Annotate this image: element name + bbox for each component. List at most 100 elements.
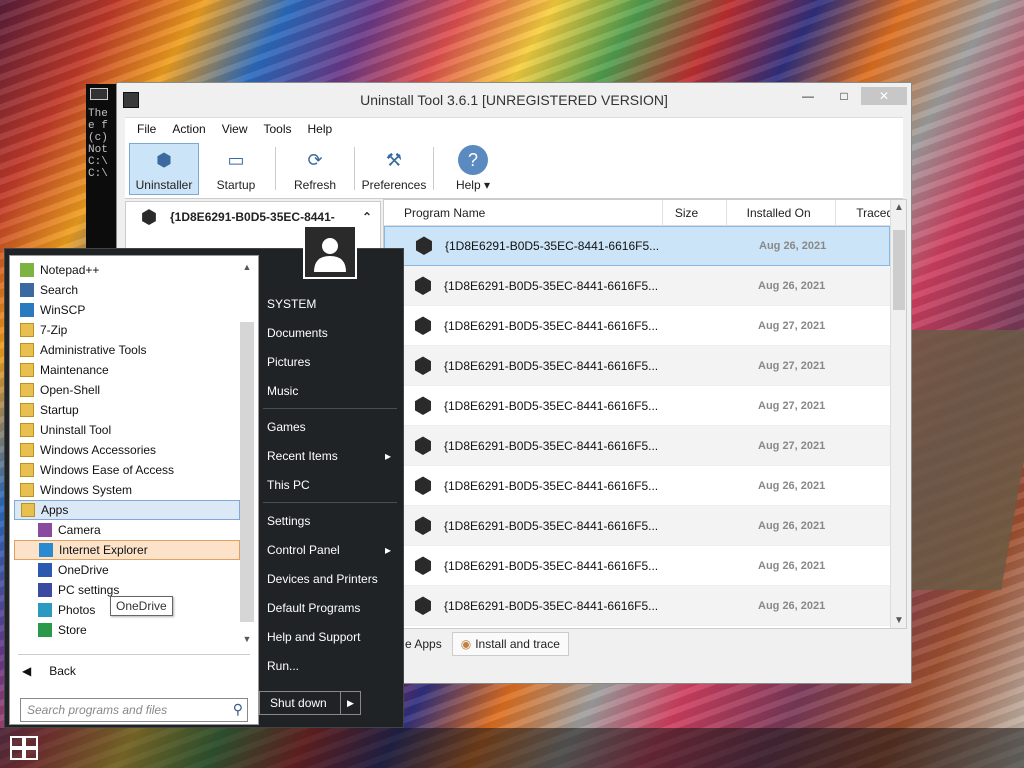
installed-date: Aug 26, 2021 [759, 240, 827, 252]
program-item[interactable]: WinSCP [14, 300, 240, 320]
place-control-panel[interactable]: Control Panel ▸ [259, 535, 401, 564]
console-icon [90, 88, 108, 100]
programs-scrollbar[interactable]: ▲ ▼ [240, 262, 254, 644]
place-label: Control Panel [267, 542, 340, 557]
table-row[interactable]: ⬢ {1D8E6291-B0D5-35EC-8441-6616F5... Aug 2… [384, 466, 890, 506]
program-item[interactable]: Camera [14, 520, 240, 540]
place-recent-items[interactable]: Recent Items ▸ [259, 441, 401, 470]
program-item[interactable]: Internet Explorer [14, 540, 240, 560]
place-label: SYSTEM [267, 296, 317, 311]
menu-item[interactable]: View [222, 122, 248, 136]
program-item[interactable]: Maintenance [14, 360, 240, 380]
table-row[interactable]: ⬢ {1D8E6291-B0D5-35EC-8441-6616F5... Aug 2… [384, 546, 890, 586]
title-bar[interactable]: Uninstall Tool 3.6.1 [UNREGISTERED VERSI… [117, 83, 911, 117]
place-label: Settings [267, 513, 311, 528]
program-item[interactable]: Notepad++ [14, 260, 240, 280]
list-scrollbar[interactable]: ▲ ▼ [890, 200, 906, 628]
place-devices-and-printers[interactable]: Devices and Printers [259, 564, 401, 593]
place-this-pc[interactable]: This PC [259, 470, 401, 499]
package-icon: ⬢ [413, 432, 433, 458]
table-row[interactable]: ⬢ {1D8E6291-B0D5-35EC-8441-6616F5... Aug 2… [384, 306, 890, 346]
toolbar-button-label: Refresh [293, 178, 337, 192]
column-size[interactable]: Size [663, 200, 727, 225]
console-line: (c) [88, 132, 108, 144]
scroll-up-icon[interactable]: ▲ [891, 202, 906, 213]
toolbar-button-preferences[interactable]: ⚒ Preferences [359, 143, 429, 195]
back-arrow-icon: ◀ [22, 664, 32, 678]
uninstaller-icon: ⬢ [156, 149, 172, 170]
scroll-down-icon[interactable]: ▼ [891, 615, 906, 626]
tab-apps[interactable]: e Apps [397, 633, 450, 655]
back-button[interactable]: ◀ Back [22, 664, 76, 678]
user-avatar[interactable] [303, 225, 357, 279]
program-item[interactable]: Startup [14, 400, 240, 420]
tab-install-and-trace[interactable]: ◉ Install and trace [451, 632, 569, 656]
table-row[interactable]: ⬢ {1D8E6291-B0D5-35EC-8441-6616F5... Aug 2… [384, 266, 890, 306]
search-box[interactable]: ⚲ [20, 698, 248, 722]
table-row[interactable]: ⬢ {1D8E6291-B0D5-35EC-8441-6616F5... Aug 2… [384, 386, 890, 426]
search-icon[interactable]: ⚲ [233, 701, 243, 718]
start-button-icon[interactable] [10, 736, 38, 760]
toolbar-button-uninstaller[interactable]: ⬢ Uninstaller [129, 143, 199, 195]
shutdown-options-icon[interactable]: ▶ [340, 692, 360, 714]
place-music[interactable]: Music [259, 376, 401, 405]
place-pictures[interactable]: Pictures [259, 347, 401, 376]
installed-date: Aug 27, 2021 [758, 359, 826, 372]
menu-item[interactable]: Help [308, 122, 333, 136]
place-default-programs[interactable]: Default Programs [259, 593, 401, 622]
toolbar-button-help[interactable]: ? Help ▾ [438, 143, 508, 195]
minimize-button[interactable]: — [793, 87, 823, 105]
table-row[interactable]: ⬢ {1D8E6291-B0D5-35EC-8441-6616F5... Aug 2… [384, 586, 890, 626]
program-item[interactable]: 7-Zip [14, 320, 240, 340]
ie-icon [39, 543, 53, 557]
user-icon [314, 238, 346, 272]
program-item[interactable]: Search [14, 280, 240, 300]
program-label: Maintenance [40, 363, 109, 377]
menu-item[interactable]: File [137, 122, 156, 136]
program-item[interactable]: Store [14, 620, 240, 640]
column-installed-on[interactable]: Installed On [727, 200, 837, 225]
program-label: OneDrive [58, 563, 109, 577]
column-program-name[interactable]: Program Name [384, 200, 663, 225]
toolbar-button-refresh[interactable]: ⟳ Refresh [280, 143, 350, 195]
menu-item[interactable]: Action [172, 122, 205, 136]
program-item[interactable]: OneDrive [14, 560, 240, 580]
program-item[interactable]: Windows System [14, 480, 240, 500]
place-games[interactable]: Games [259, 412, 401, 441]
program-item[interactable]: Windows Ease of Access [14, 460, 240, 480]
shutdown-button[interactable]: Shut down ▶ [259, 691, 361, 715]
place-settings[interactable]: Settings [259, 506, 401, 535]
table-row[interactable]: ⬢ {1D8E6291-B0D5-35EC-8441-6616F5... Aug 2… [384, 506, 890, 546]
place-system[interactable]: SYSTEM [259, 289, 401, 318]
table-row[interactable]: ⬢ {1D8E6291-B0D5-35EC-8441-6616F5... Aug 2… [384, 426, 890, 466]
program-item[interactable]: Windows Accessories [14, 440, 240, 460]
programs-scroll-thumb[interactable] [240, 322, 254, 622]
console-window[interactable]: The e f (c) Not C:\ C:\ [86, 84, 116, 254]
place-run---[interactable]: Run... [259, 651, 401, 680]
chevron-down-icon[interactable]: ▼ [240, 634, 254, 644]
program-item[interactable]: Apps [14, 500, 240, 520]
search-input[interactable] [21, 699, 217, 721]
menu-item[interactable]: Tools [264, 122, 292, 136]
maximize-button[interactable]: □ [829, 87, 859, 105]
scroll-thumb[interactable] [893, 230, 905, 310]
program-item[interactable]: Uninstall Tool [14, 420, 240, 440]
place-documents[interactable]: Documents [259, 318, 401, 347]
close-button[interactable]: ✕ [861, 87, 907, 105]
program-item[interactable]: Open-Shell [14, 380, 240, 400]
programs-panel: Notepad++ Search WinSCP 7-Zip Administrative… [9, 255, 259, 725]
table-row[interactable]: ⬢ {1D8E6291-B0D5-35EC-8441-6616F5... Aug 2… [384, 346, 890, 386]
toolbar-button-startup[interactable]: ▭ Startup [201, 143, 271, 195]
program-item[interactable]: Administrative Tools [14, 340, 240, 360]
toolbar-separator [275, 147, 276, 190]
chevron-up-icon[interactable]: ▲ [240, 262, 254, 272]
program-label: Notepad++ [40, 263, 100, 277]
program-name: {1D8E6291-B0D5-35EC-8441-6616F5... [445, 239, 660, 253]
collapse-icon[interactable]: ⌃ [362, 210, 372, 224]
table-row[interactable]: ⬢ {1D8E6291-B0D5-35EC-8441-6616F5... Aug 2… [384, 226, 890, 266]
program-label: Open-Shell [40, 383, 101, 397]
place-help-and-support[interactable]: Help and Support [259, 622, 401, 651]
program-name: {1D8E6291-B0D5-35EC-8441-6616F5... [444, 398, 659, 413]
menu-bar: File Action View Tools Help [125, 117, 903, 139]
program-label: Windows System [40, 483, 133, 497]
